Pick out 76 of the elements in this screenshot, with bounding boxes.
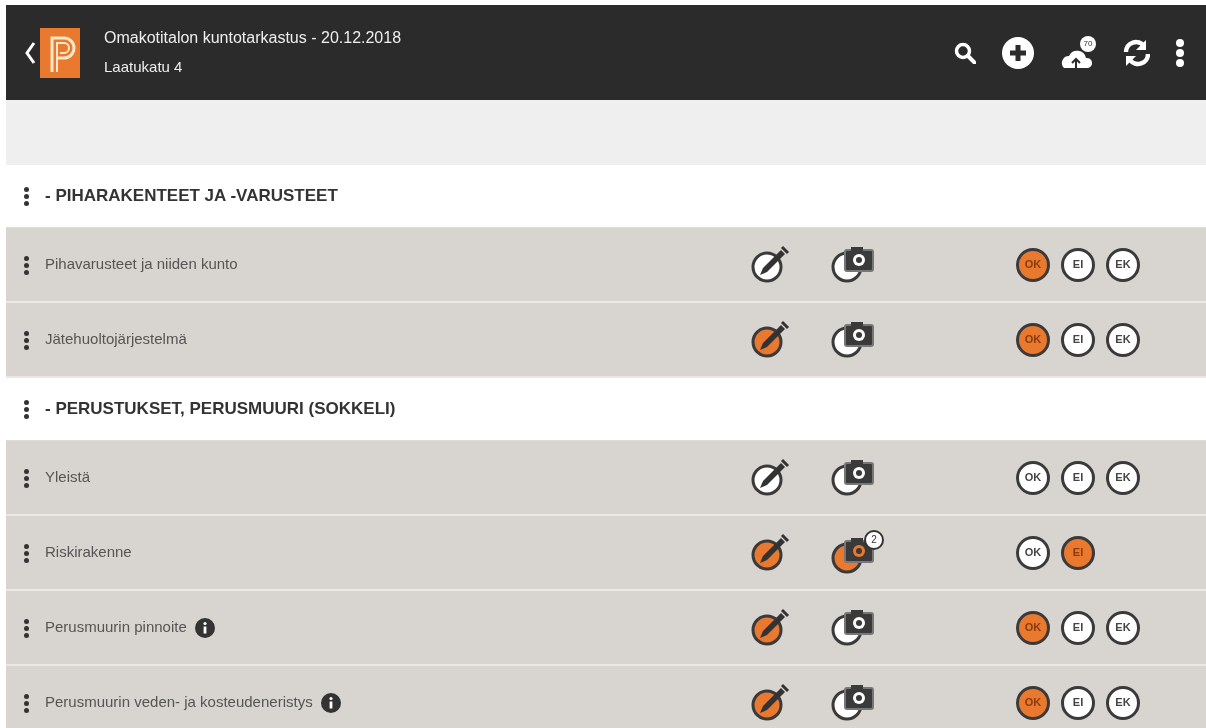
answer-button[interactable]: EK — [1106, 460, 1140, 495]
search-icon — [954, 42, 976, 65]
answer-button[interactable]: EI — [1061, 610, 1095, 645]
plus-icon — [1002, 36, 1034, 69]
info-icon[interactable] — [320, 692, 341, 713]
menu-button[interactable] — [1176, 38, 1184, 67]
answer-button[interactable]: EI — [1061, 460, 1095, 495]
camera-icon — [830, 607, 876, 648]
answer-button[interactable]: EI — [1061, 685, 1095, 720]
item-label: Pihavarusteet ja niiden kunto — [45, 254, 238, 275]
note-button[interactable] — [750, 319, 790, 360]
refresh-icon — [1122, 38, 1150, 67]
more-icon — [24, 618, 29, 638]
photo-button[interactable] — [830, 457, 876, 498]
photo-button[interactable] — [830, 682, 876, 723]
pencil-icon — [750, 682, 790, 723]
item-label: Perusmuurin veden- ja kosteudeneristys — [45, 692, 313, 713]
back-icon — [24, 40, 36, 65]
pencil-icon — [750, 319, 790, 360]
note-button[interactable] — [750, 457, 790, 498]
more-icon — [24, 330, 29, 350]
item-menu-button[interactable] — [24, 466, 29, 489]
item-menu-button[interactable] — [24, 616, 29, 639]
info-icon[interactable] — [194, 617, 215, 638]
section-title: - PERUSTUKSET, PERUSMUURI (SOKKELI) — [45, 398, 396, 421]
sync-button[interactable]: 70 — [1060, 35, 1096, 70]
answer-button[interactable]: EK — [1106, 247, 1140, 282]
back-button[interactable] — [24, 40, 36, 65]
item-menu-button[interactable] — [24, 541, 29, 564]
answer-button[interactable]: EI — [1061, 322, 1095, 357]
more-icon — [24, 187, 29, 207]
answer-button[interactable]: EI — [1061, 247, 1095, 282]
photo-button[interactable] — [830, 607, 876, 648]
photo-button[interactable]: 2 — [830, 529, 884, 576]
pencil-icon — [750, 532, 790, 573]
item-menu-button[interactable] — [24, 691, 29, 714]
note-button[interactable] — [750, 244, 790, 285]
section-title: - PIHARAKENTEET JA -VARUSTEET — [45, 185, 338, 208]
refresh-button[interactable] — [1122, 38, 1150, 67]
camera-icon — [830, 535, 876, 576]
photo-count: 2 — [864, 529, 884, 550]
item-label: Perusmuurin pinnoite — [45, 617, 187, 638]
more-icon — [24, 255, 29, 275]
more-icon — [24, 543, 29, 563]
app-logo — [40, 27, 80, 78]
camera-icon — [830, 682, 876, 723]
header-title: Omakotitalon kuntotarkastus - 20.12.2018 — [104, 28, 402, 49]
pencil-icon — [750, 607, 790, 648]
answer-button[interactable]: EK — [1106, 322, 1140, 357]
add-button[interactable] — [1002, 36, 1034, 69]
answer-button[interactable]: OK — [1016, 535, 1050, 570]
photo-button[interactable] — [830, 319, 876, 360]
camera-icon — [830, 319, 876, 360]
more-icon — [24, 400, 29, 420]
more-icon — [1176, 38, 1184, 67]
answer-button[interactable]: EK — [1106, 610, 1140, 645]
camera-icon — [830, 244, 876, 285]
item-label: Riskirakenne — [45, 542, 132, 563]
note-button[interactable] — [750, 682, 790, 723]
camera-icon — [830, 457, 876, 498]
photo-button[interactable] — [830, 244, 876, 285]
note-button[interactable] — [750, 532, 790, 573]
item-label: Jätehuoltojärjestelmä — [45, 329, 187, 350]
item-menu-button[interactable] — [24, 328, 29, 351]
header-subtitle: Laatukatu 4 — [104, 57, 184, 78]
answer-button[interactable]: OK — [1016, 460, 1050, 495]
pencil-icon — [750, 457, 790, 498]
search-button[interactable] — [954, 40, 976, 65]
more-icon — [24, 693, 29, 713]
pencil-icon — [750, 244, 790, 285]
item-menu-button[interactable] — [24, 253, 29, 276]
item-label: Yleistä — [45, 467, 91, 488]
answer-button[interactable]: EK — [1106, 685, 1140, 720]
note-button[interactable] — [750, 607, 790, 648]
sync-count: 70 — [1080, 35, 1096, 52]
more-icon — [24, 468, 29, 488]
